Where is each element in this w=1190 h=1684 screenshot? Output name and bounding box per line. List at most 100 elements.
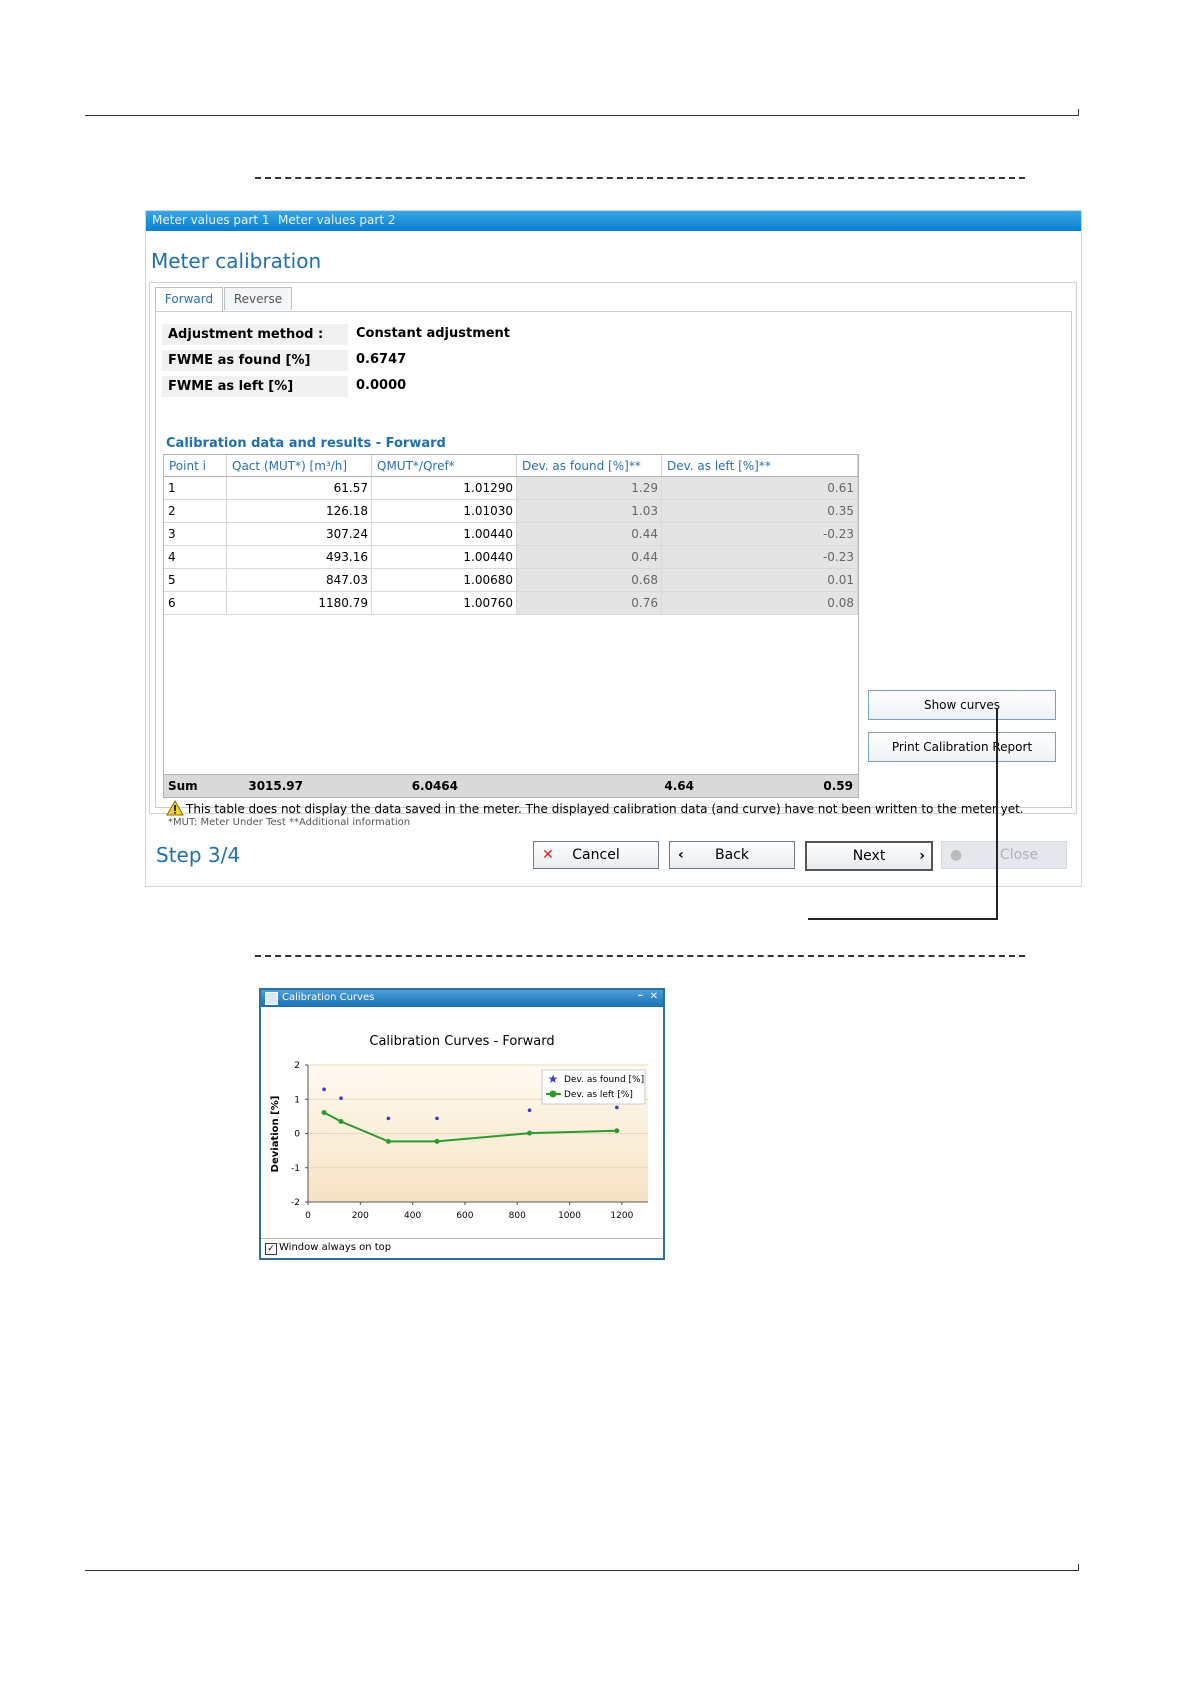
next-label: Next <box>852 848 886 864</box>
cell-ratio: 1.00440 <box>371 522 517 546</box>
col-header-dev-found[interactable]: Dev. as found [%]** <box>516 455 662 477</box>
cell-point: 1 <box>164 476 227 500</box>
forward-tab-content: Adjustment method : Constant adjustment … <box>155 311 1072 828</box>
callout-line-horizontal <box>808 918 998 920</box>
sum-dev-left: 0.59 <box>823 779 853 793</box>
close-icon[interactable]: ✕ <box>650 991 658 1002</box>
tab-reverse[interactable]: Reverse <box>224 287 292 310</box>
always-on-top-label: Window always on top <box>279 1242 392 1253</box>
table-row[interactable]: 6 1180.79 1.00760 0.76 0.08 <box>164 591 858 615</box>
fwme-found-label: FWME as found [%] <box>162 350 348 371</box>
cell-qact: 126.18 <box>226 499 372 523</box>
notice-text: This table does not display the data sav… <box>186 802 1024 816</box>
always-on-top-checkbox[interactable]: ✓ <box>265 1243 277 1255</box>
cell-dev-left: 0.01 <box>661 568 858 592</box>
x-tick-label: 1200 <box>610 1211 633 1221</box>
cell-qact: 1180.79 <box>226 591 372 615</box>
meter-calibration-dialog: Meter values part 1 Meter values part 2 … <box>145 210 1082 887</box>
calibration-curves-chart: Calibration Curves - Forward -2 -1 0 1 2 0 200 4… <box>270 1034 648 1221</box>
table-row[interactable]: 4 493.16 1.00440 0.44 -0.23 <box>164 545 858 569</box>
table-row[interactable]: 5 847.03 1.00680 0.68 0.01 <box>164 568 858 592</box>
legend-label-dev-left: Dev. as left [%] <box>564 1090 633 1100</box>
legend-star-icon: ★ <box>548 1072 559 1086</box>
cell-dev-found: 0.44 <box>516 545 662 569</box>
curves-window-titlebar: Calibration Curves – ✕ <box>261 990 663 1007</box>
cancel-label: Cancel <box>572 847 620 863</box>
curves-window-title: Calibration Curves <box>282 992 375 1003</box>
col-header-point[interactable]: Point i <box>164 455 227 477</box>
next-button[interactable]: Next › <box>805 841 933 871</box>
direction-panel: Forward Reverse Adjustment method : Cons… <box>149 282 1077 828</box>
point-dev-found <box>322 1087 326 1092</box>
step-indicator: Step 3/4 <box>156 843 241 867</box>
cell-dev-left: 0.08 <box>661 591 858 615</box>
sum-qact: 3015.97 <box>248 779 303 793</box>
point-dev-found <box>386 1116 391 1121</box>
calibration-curves-window: Calibration Curves – ✕ Calibration Curve… <box>259 988 665 1260</box>
cell-dev-found: 1.03 <box>516 499 662 523</box>
fwme-left-value: 0.0000 <box>356 378 407 393</box>
cell-dev-found: 1.29 <box>516 476 662 500</box>
table-row[interactable]: 3 307.24 1.00440 0.44 -0.23 <box>164 522 858 546</box>
close-label: Close <box>999 847 1039 863</box>
cell-dev-left: 0.35 <box>661 499 858 523</box>
tab-forward[interactable]: Forward <box>155 287 223 311</box>
table-row[interactable]: 2 126.18 1.01030 1.03 0.35 <box>164 499 858 523</box>
cell-qact: 307.24 <box>226 522 372 546</box>
step-tab-meter-values-2[interactable]: Meter values part 2 <box>278 213 395 227</box>
close-button[interactable]: ● Close <box>941 841 1067 869</box>
table-sum-row: Sum 3015.97 6.0464 4.64 0.59 <box>163 774 859 798</box>
cell-dev-found: 0.68 <box>516 568 662 592</box>
cell-dev-found: 0.76 <box>516 591 662 615</box>
print-calibration-report-button[interactable]: Print Calibration Report <box>868 732 1056 762</box>
col-header-qact[interactable]: Qact (MUT*) [m³/h] <box>226 455 372 477</box>
cell-ratio: 1.00680 <box>371 568 517 592</box>
point-dev-left <box>338 1119 344 1125</box>
fwme-left-label: FWME as left [%] <box>162 376 348 397</box>
table-row[interactable]: 1 61.57 1.01290 1.29 0.61 <box>164 476 858 500</box>
footer-rule <box>85 1564 1079 1571</box>
cell-dev-left: -0.23 <box>661 545 858 569</box>
calibration-table[interactable]: Point i Qact (MUT*) [m³/h] QMUT*/Qref* D… <box>163 454 859 776</box>
chart-title: Calibration Curves - Forward <box>369 1034 554 1049</box>
cell-point: 4 <box>164 545 227 569</box>
y-tick-label: 2 <box>294 1061 300 1071</box>
cell-point: 3 <box>164 522 227 546</box>
step-tab-meter-values-1[interactable]: Meter values part 1 <box>152 213 269 227</box>
cell-dev-left: 0.61 <box>661 476 858 500</box>
footnote: *MUT: Meter Under Test **Additional info… <box>168 817 411 828</box>
point-dev-found <box>615 1105 619 1110</box>
cell-point: 2 <box>164 499 227 523</box>
legend-label-dev-found: Dev. as found [%] <box>564 1075 644 1085</box>
calibration-table-title: Calibration data and results - Forward <box>166 436 446 451</box>
col-header-dev-left[interactable]: Dev. as left [%]** <box>661 455 858 477</box>
cell-ratio: 1.01030 <box>371 499 517 523</box>
cell-ratio: 1.00760 <box>371 591 517 615</box>
back-button[interactable]: ‹ Back <box>669 841 795 869</box>
data-notice: This table does not display the data sav… <box>166 799 1024 816</box>
back-label: Back <box>715 847 749 863</box>
x-tick-label: 1000 <box>558 1211 581 1221</box>
point-dev-found <box>339 1096 343 1101</box>
dialog-title: Meter calibration <box>151 249 322 273</box>
col-header-ratio[interactable]: QMUT*/Qref* <box>371 455 517 477</box>
cell-dev-found: 0.44 <box>516 522 662 546</box>
y-tick-label: 1 <box>294 1095 300 1105</box>
warning-icon <box>166 799 184 816</box>
step-tabs-bar: Meter values part 1 Meter values part 2 <box>146 211 1081 231</box>
show-curves-button[interactable]: Show curves <box>868 690 1056 720</box>
point-dev-left <box>527 1130 533 1136</box>
chart-window-icon <box>265 992 278 1005</box>
cell-ratio: 1.01290 <box>371 476 517 500</box>
point-dev-left <box>434 1138 440 1144</box>
minimize-icon[interactable]: – <box>638 990 643 1001</box>
sum-label: Sum <box>168 779 198 793</box>
cell-qact: 847.03 <box>226 568 372 592</box>
curves-window-footer: ✓ Window always on top <box>261 1238 663 1259</box>
x-tick-label: 0 <box>305 1211 311 1221</box>
point-dev-left <box>385 1138 391 1144</box>
cell-ratio: 1.00440 <box>371 545 517 569</box>
cancel-button[interactable]: ✕ Cancel <box>533 841 659 869</box>
y-tick-label: 0 <box>294 1130 300 1140</box>
sum-ratio: 6.0464 <box>411 779 458 793</box>
